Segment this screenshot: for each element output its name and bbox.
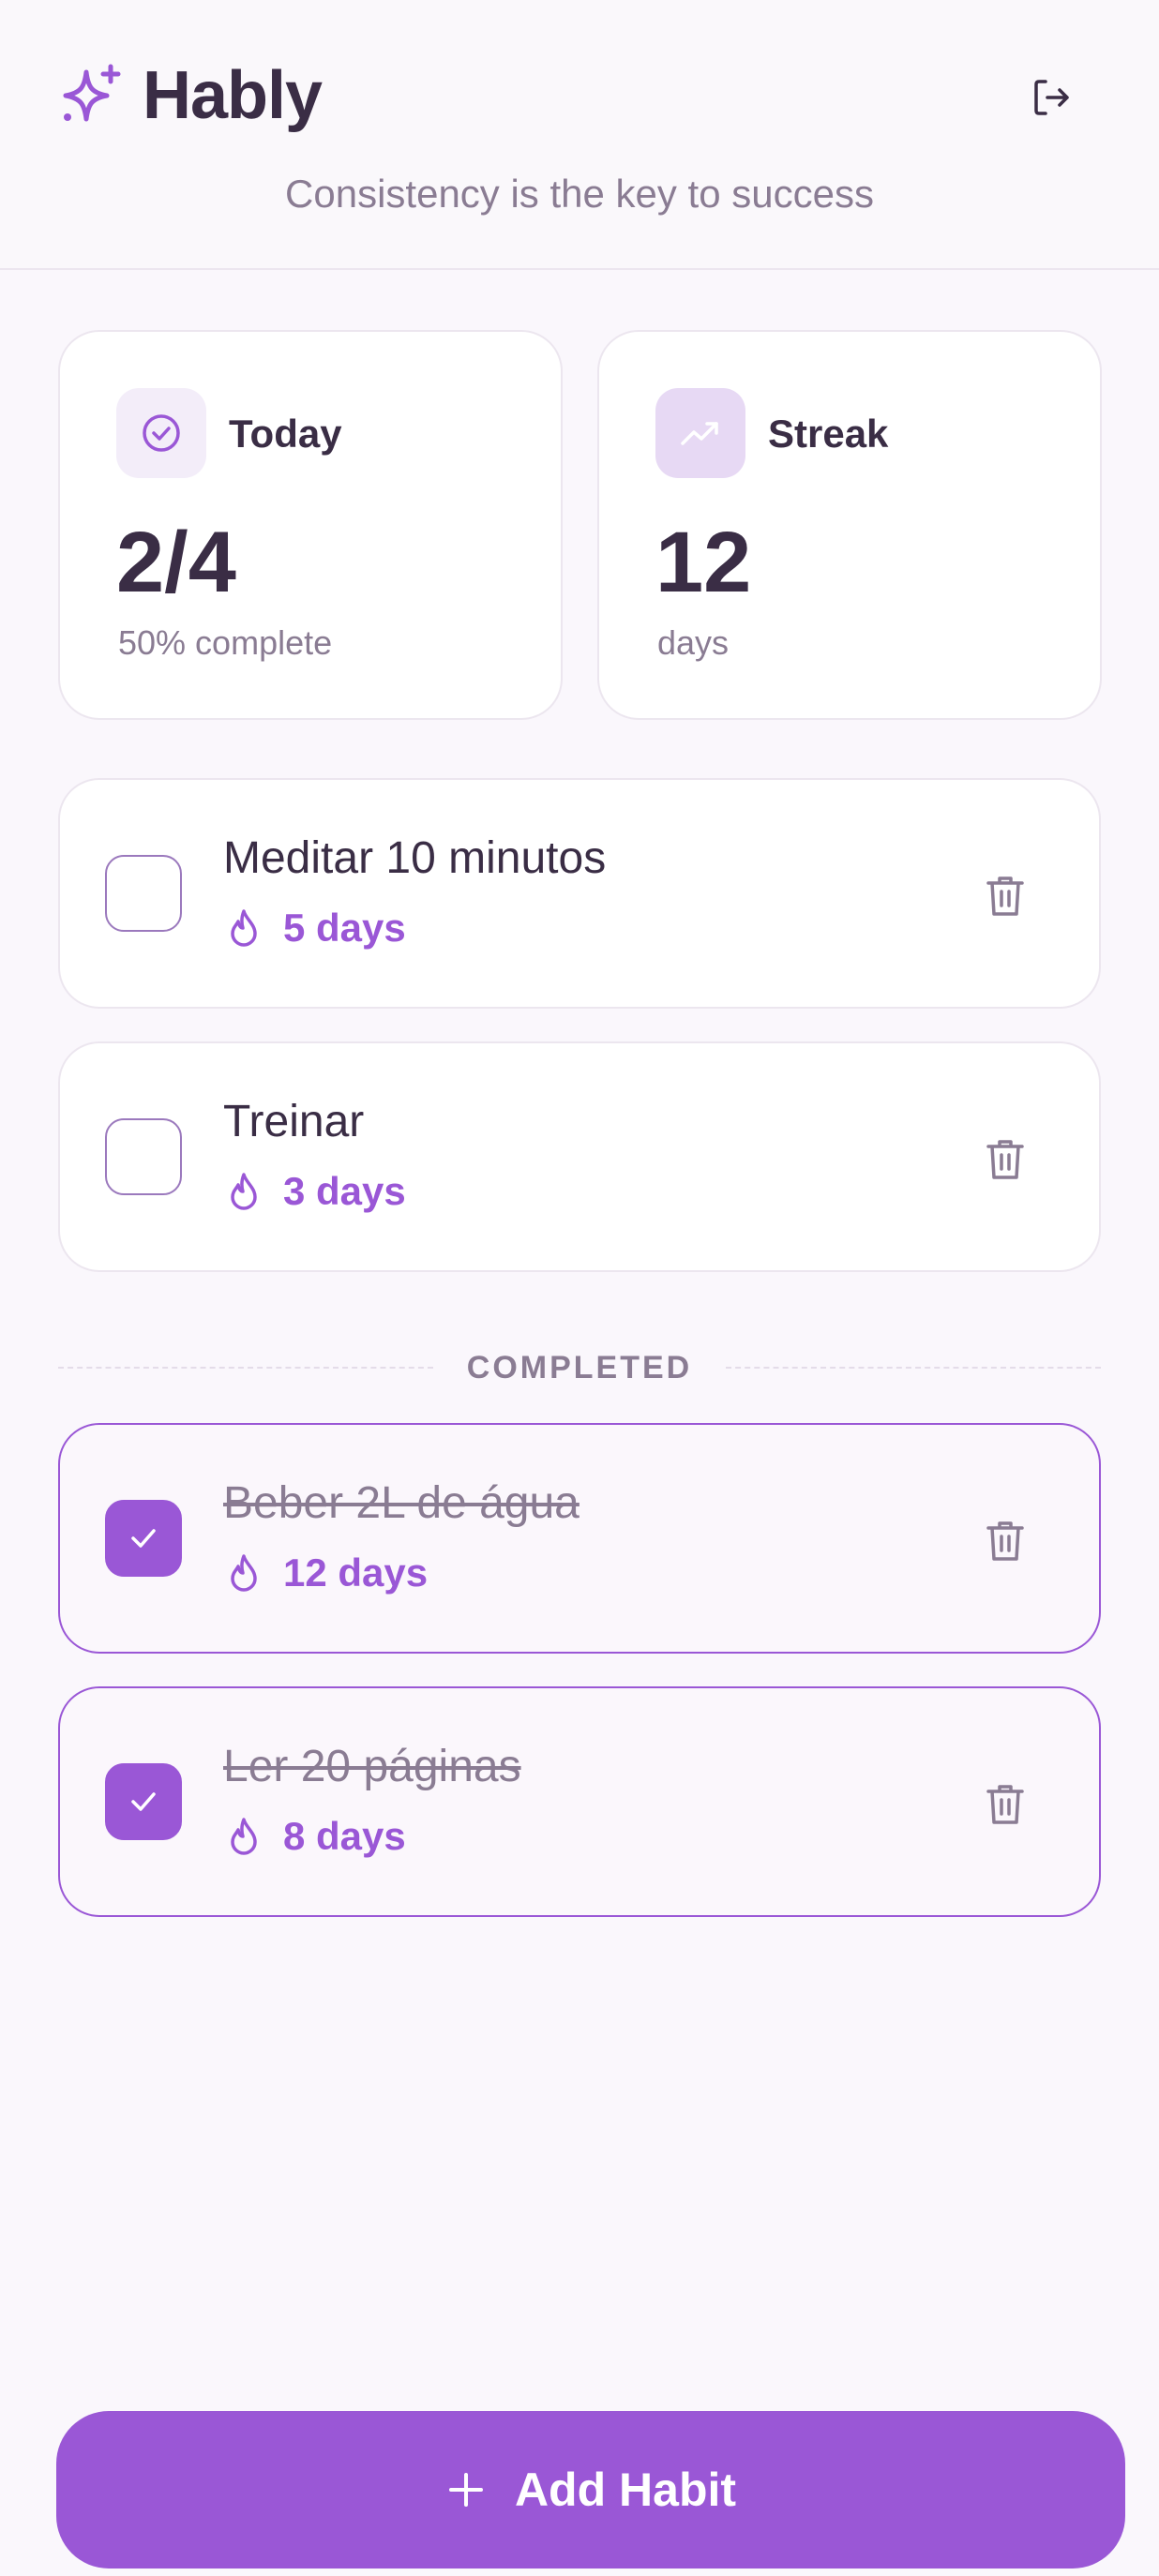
habit-streak: 12 days [223, 1552, 428, 1594]
streak-stat-card: Streak 12 days [597, 330, 1102, 720]
today-stat-icon-box [116, 388, 206, 478]
trash-icon [986, 1140, 1024, 1179]
habit-checkbox[interactable] [105, 1763, 182, 1840]
habit-streak: 3 days [223, 1171, 406, 1212]
app-title: Hably [143, 58, 323, 133]
flame-icon [231, 1818, 257, 1855]
sparkles-icon [63, 64, 121, 122]
delete-habit-button[interactable] [977, 868, 1033, 924]
divider-line [58, 1367, 433, 1369]
streak-stat-icon-box [655, 388, 745, 478]
add-habit-button[interactable]: Add Habit [56, 2411, 1125, 2569]
habit-checkbox[interactable] [105, 1500, 182, 1577]
check-circle-icon [143, 414, 180, 452]
tagline: Consistency is the key to success [285, 172, 874, 216]
habit-streak: 5 days [223, 907, 406, 949]
flame-icon [231, 909, 257, 947]
check-icon [131, 1529, 156, 1548]
app-header: Hably Consistency is the key to success [0, 0, 1159, 270]
habit-streak: 8 days [223, 1816, 406, 1857]
flame-icon [231, 1173, 257, 1210]
habit-name: Meditar 10 minutos [223, 833, 607, 883]
habit-card-meditar[interactable]: Meditar 10 minutos 5 days [58, 778, 1101, 1009]
habit-streak-text: 8 days [283, 1814, 406, 1858]
logout-icon [1034, 80, 1069, 115]
streak-stat-value: 12 [655, 515, 752, 610]
trash-icon [986, 1521, 1024, 1561]
today-stat-value: 2/4 [116, 515, 236, 610]
streak-stat-label: Streak [768, 412, 889, 456]
logout-button[interactable] [1024, 73, 1080, 122]
plus-icon [448, 2473, 483, 2507]
delete-habit-button[interactable] [977, 1513, 1033, 1569]
brand: Hably [58, 58, 323, 133]
habit-card-beber-agua[interactable]: Beber 2L de água 12 days [58, 1423, 1101, 1654]
divider-line [726, 1367, 1102, 1369]
habit-card-ler-paginas[interactable]: Ler 20 páginas 8 days [58, 1686, 1101, 1917]
delete-habit-button[interactable] [977, 1776, 1033, 1833]
add-habit-label: Add Habit [514, 2464, 737, 2516]
habit-checkbox[interactable] [105, 1118, 182, 1195]
habit-checkbox[interactable] [105, 855, 182, 932]
check-icon [131, 1792, 156, 1811]
habit-streak-text: 12 days [283, 1550, 429, 1595]
trash-icon [986, 876, 1024, 916]
trash-icon [986, 1785, 1024, 1824]
today-stat-card: Today 2/4 50% complete [58, 330, 563, 720]
completed-section-divider: COMPLETED [58, 1344, 1102, 1391]
habit-name: Treinar [223, 1097, 365, 1146]
delete-habit-button[interactable] [977, 1131, 1033, 1188]
habit-name: Ler 20 páginas [223, 1742, 521, 1791]
flame-icon [231, 1554, 257, 1592]
today-stat-label: Today [229, 412, 342, 456]
habit-card-treinar[interactable]: Treinar 3 days [58, 1041, 1101, 1272]
completed-section-label: COMPLETED [466, 1349, 693, 1385]
habit-name: Beber 2L de água [223, 1478, 580, 1528]
habit-streak-text: 5 days [283, 906, 406, 950]
habit-streak-text: 3 days [283, 1169, 406, 1213]
trending-up-icon [681, 422, 718, 445]
today-stat-sub: 50% complete [118, 623, 333, 662]
streak-stat-sub: days [657, 623, 730, 662]
